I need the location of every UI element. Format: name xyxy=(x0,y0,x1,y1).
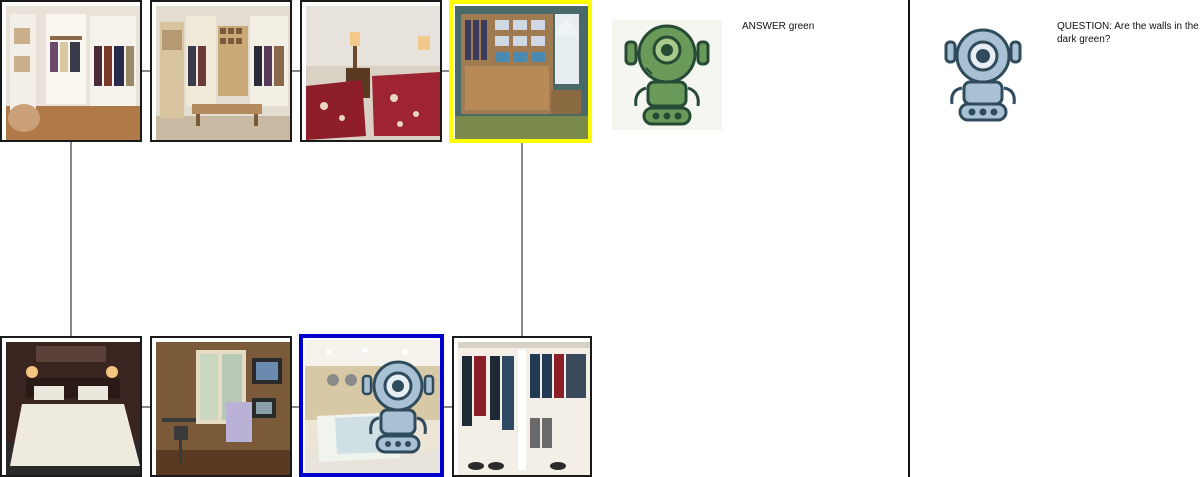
image-tile-studio-room[interactable] xyxy=(150,336,292,477)
image-tile-hanging-clothes[interactable] xyxy=(452,336,592,477)
question-avatar xyxy=(940,28,1026,122)
closet-photo xyxy=(156,6,290,140)
connector-line xyxy=(521,142,523,336)
image-tile-walk-in-closet[interactable] xyxy=(0,0,142,142)
reception-photo xyxy=(305,340,440,473)
image-tile-reception-selected[interactable] xyxy=(299,334,444,477)
bedroom-photo xyxy=(306,6,440,140)
closet-photo xyxy=(458,342,590,475)
image-tile-dark-bedroom[interactable] xyxy=(0,336,142,477)
answer-avatar xyxy=(612,20,722,130)
connector-line xyxy=(70,141,72,337)
blue-robot-icon xyxy=(944,28,1022,122)
wardrobe-photo xyxy=(455,6,588,139)
bedroom-photo xyxy=(6,342,140,475)
panel-divider xyxy=(908,0,910,477)
studio-photo xyxy=(156,342,290,475)
answer-prefix: ANSWER xyxy=(742,21,786,32)
green-robot-icon xyxy=(624,24,710,126)
closet-photo xyxy=(6,6,140,140)
image-tile-wardrobe-selected[interactable] xyxy=(449,0,592,143)
image-tile-twin-bedroom[interactable] xyxy=(300,0,442,142)
image-tile-closet-bench[interactable] xyxy=(150,0,292,142)
question-text: QUESTION: Are the walls in the dark gree… xyxy=(1057,21,1199,45)
answer-value: green xyxy=(788,21,815,32)
answer-text: ANSWER green xyxy=(742,20,892,33)
